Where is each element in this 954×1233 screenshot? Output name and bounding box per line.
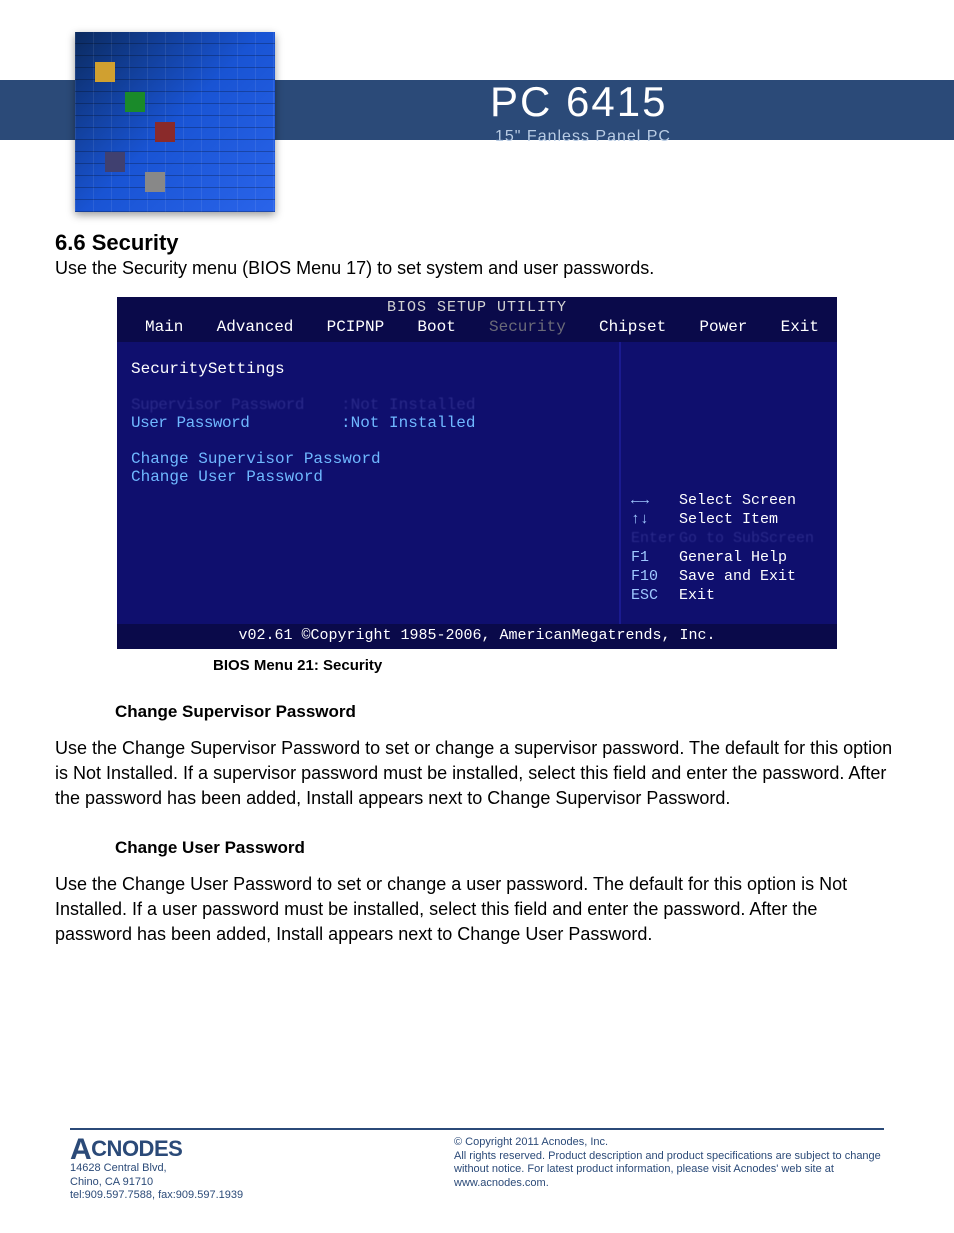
bios-copyright: v02.61 ©Copyright 1985-2006, AmericanMeg…: [117, 624, 837, 649]
subhead-change-supervisor: Change Supervisor Password: [115, 702, 899, 722]
bios-tab-pcipnp[interactable]: PCIPNP: [327, 318, 385, 336]
header-image: [75, 32, 275, 212]
hint-enter: Enter Go to SubScreen: [631, 530, 829, 547]
bios-row-supervisor-password: Supervisor Password :Not Installed: [131, 396, 611, 414]
page-content: 6.6 Security Use the Security menu (BIOS…: [0, 210, 954, 947]
hint-select-item: ↑↓ Select Item: [631, 511, 829, 528]
bios-action-change-user[interactable]: Change User Password: [131, 468, 611, 486]
hint-text: Select Item: [679, 511, 778, 528]
page-header: PC 6415 15" Fanless Panel PC: [0, 0, 954, 210]
product-subtitle: 15" Fanless Panel PC: [495, 128, 671, 146]
label: User Password: [131, 414, 341, 432]
bios-tab-chipset[interactable]: Chipset: [599, 318, 666, 336]
addr-line-3: tel:909.597.7588, fax:909.597.1939: [70, 1189, 243, 1203]
arrows-ud-icon: ↑↓: [631, 511, 667, 528]
copy-line-2: All rights reserved. Product description…: [454, 1150, 884, 1191]
para-change-user: Use the Change User Password to set or c…: [55, 872, 899, 946]
hint-text: Save and Exit: [679, 568, 796, 585]
hint-general-help: F1 General Help: [631, 549, 829, 566]
hint-text: Go to SubScreen: [679, 530, 814, 547]
hint-text: Select Screen: [679, 492, 796, 509]
brand-logo: A CNODES: [70, 1136, 243, 1162]
key-label: ESC: [631, 587, 667, 604]
hint-text: Exit: [679, 587, 715, 604]
key-label: Enter: [631, 530, 667, 547]
key-label: F1: [631, 549, 667, 566]
bios-title: BIOS SETUP UTILITY: [117, 297, 837, 316]
brand-text: CNODES: [91, 1136, 182, 1162]
arrows-lr-icon: ←→: [631, 492, 667, 509]
bios-tab-exit[interactable]: Exit: [781, 318, 819, 336]
addr-line-2: Chino, CA 91710: [70, 1176, 243, 1190]
hint-save-exit: F10 Save and Exit: [631, 568, 829, 585]
value: :Not Installed: [341, 396, 475, 414]
footer-address: 14628 Central Blvd, Chino, CA 91710 tel:…: [70, 1162, 243, 1203]
subhead-change-user: Change User Password: [115, 838, 899, 858]
copy-line-1: © Copyright 2011 Acnodes, Inc.: [454, 1136, 884, 1150]
section-intro: Use the Security menu (BIOS Menu 17) to …: [55, 258, 899, 279]
bios-help-pane: ←→ Select Screen ↑↓ Select Item Enter Go…: [619, 342, 837, 624]
bios-tab-security[interactable]: Security: [489, 318, 566, 336]
bios-tab-power[interactable]: Power: [699, 318, 747, 336]
hint-select-screen: ←→ Select Screen: [631, 492, 829, 509]
bios-pane-heading: SecuritySettings: [131, 360, 611, 378]
figure-caption: BIOS Menu 21: Security: [213, 657, 899, 674]
bios-tab-bar: Main Advanced PCIPNP Boot Security Chips…: [117, 316, 837, 342]
product-title: PC 6415: [490, 78, 667, 126]
hint-text: General Help: [679, 549, 787, 566]
key-label: F10: [631, 568, 667, 585]
addr-line-1: 14628 Central Blvd,: [70, 1162, 243, 1176]
bios-tab-advanced[interactable]: Advanced: [217, 318, 294, 336]
footer-left: A CNODES 14628 Central Blvd, Chino, CA 9…: [70, 1136, 243, 1203]
bios-row-user-password: User Password :Not Installed: [131, 414, 611, 432]
bios-body: SecuritySettings Supervisor Password :No…: [117, 342, 837, 624]
bios-left-pane: SecuritySettings Supervisor Password :No…: [117, 342, 619, 624]
hint-exit: ESC Exit: [631, 587, 829, 604]
value: :Not Installed: [341, 414, 475, 432]
bios-action-change-supervisor[interactable]: Change Supervisor Password: [131, 450, 611, 468]
section-heading: 6.6 Security: [55, 230, 899, 256]
label: Supervisor Password: [131, 396, 341, 414]
bios-tab-main[interactable]: Main: [145, 318, 183, 336]
bios-screenshot: BIOS SETUP UTILITY Main Advanced PCIPNP …: [117, 297, 837, 649]
bios-tab-boot[interactable]: Boot: [417, 318, 455, 336]
brand-a-icon: A: [70, 1139, 91, 1161]
para-change-supervisor: Use the Change Supervisor Password to se…: [55, 736, 899, 810]
page-footer: A CNODES 14628 Central Blvd, Chino, CA 9…: [0, 1128, 954, 1203]
footer-copyright: © Copyright 2011 Acnodes, Inc. All right…: [454, 1136, 884, 1191]
footer-rule: [70, 1128, 884, 1130]
